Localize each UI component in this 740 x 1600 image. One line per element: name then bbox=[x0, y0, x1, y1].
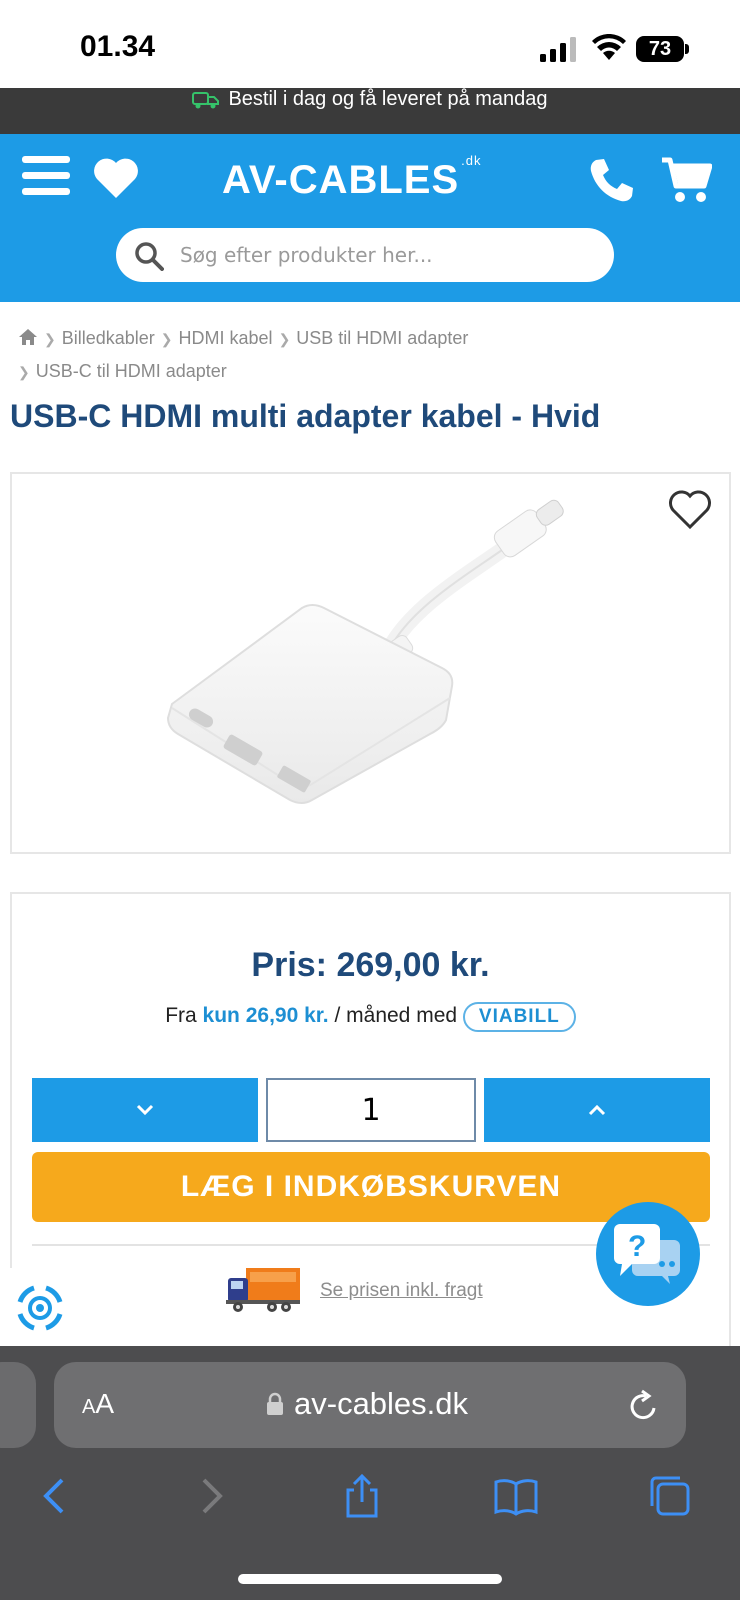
chevron-right-icon: ❯ bbox=[44, 331, 56, 347]
chevron-up-icon bbox=[588, 1104, 606, 1116]
freight-price-link[interactable]: Se prisen inkl. fragt bbox=[320, 1280, 483, 1302]
quantity-increase-button[interactable] bbox=[484, 1078, 710, 1142]
quantity-input[interactable] bbox=[266, 1078, 476, 1142]
breadcrumb: ❯ Billedkabler ❯ HDMI kabel ❯ USB til HDMI ad… bbox=[18, 322, 728, 388]
search-icon[interactable] bbox=[134, 241, 164, 271]
reader-text-size-button[interactable]: AA bbox=[82, 1388, 114, 1420]
address-url[interactable]: av-cables.dk bbox=[294, 1386, 468, 1422]
share-icon[interactable] bbox=[340, 1474, 384, 1518]
browser-toolbar: AA av-cables.dk bbox=[0, 1346, 740, 1600]
accessibility-icon[interactable] bbox=[12, 1280, 68, 1336]
finance-suffix: / måned med bbox=[334, 1004, 458, 1027]
battery-indicator: 73 bbox=[636, 36, 684, 62]
chevron-right-icon: ❯ bbox=[18, 364, 30, 380]
promo-text: Bestil i dag og få leveret på mandag bbox=[228, 88, 548, 110]
product-image-box[interactable] bbox=[10, 472, 731, 854]
status-bar: 01.34 73 bbox=[0, 0, 740, 88]
product-image[interactable] bbox=[162, 488, 582, 828]
breadcrumb-link-hdmi-kabel[interactable]: HDMI kabel bbox=[179, 328, 273, 348]
home-indicator bbox=[238, 1574, 502, 1584]
finance-info: Fra kun 26,90 kr. / måned med VIABILL bbox=[12, 1002, 729, 1032]
battery-tip bbox=[685, 44, 689, 54]
freight-truck-icon bbox=[226, 1268, 300, 1312]
bookmarks-icon[interactable] bbox=[494, 1474, 538, 1518]
promo-bar: Bestil i dag og få leveret på mandag bbox=[0, 88, 740, 134]
previous-tab-preview[interactable] bbox=[0, 1362, 36, 1448]
product-title: USB-C HDMI multi adapter kabel - Hvid bbox=[10, 398, 601, 434]
lock-icon bbox=[267, 1392, 283, 1415]
site-logo[interactable]: AV-CABLES .dk bbox=[222, 153, 482, 203]
freight-row: Se prisen inkl. fragt bbox=[226, 1266, 526, 1316]
site-header: AV-CABLES .dk bbox=[0, 134, 740, 302]
search-bar[interactable] bbox=[116, 228, 614, 282]
product-price: Pris: 269,00 kr. bbox=[251, 946, 490, 984]
chevron-right-icon: ❯ bbox=[160, 331, 173, 347]
reload-icon[interactable] bbox=[628, 1388, 660, 1422]
tabs-icon[interactable] bbox=[648, 1474, 692, 1518]
wifi-icon bbox=[592, 34, 626, 60]
viabill-logo[interactable]: VIABILL bbox=[462, 1002, 576, 1032]
back-icon[interactable] bbox=[34, 1474, 78, 1518]
help-chat-button[interactable]: ? bbox=[596, 1202, 700, 1306]
forward-icon[interactable] bbox=[188, 1474, 232, 1518]
wishlist-heart-icon[interactable] bbox=[668, 490, 712, 530]
status-time: 01.34 bbox=[80, 30, 156, 63]
home-icon[interactable] bbox=[18, 328, 38, 346]
chat-help-icon[interactable]: ? bbox=[610, 1220, 686, 1288]
cart-icon[interactable] bbox=[660, 156, 712, 204]
quantity-decrease-button[interactable] bbox=[32, 1078, 258, 1142]
chevron-down-icon bbox=[136, 1104, 154, 1116]
svg-text:?: ? bbox=[628, 1230, 646, 1263]
cellular-signal-icon bbox=[540, 37, 576, 62]
finance-prefix: Fra bbox=[165, 1004, 197, 1027]
breadcrumb-link-billedkabler[interactable]: Billedkabler bbox=[62, 328, 155, 348]
chevron-right-icon: ❯ bbox=[278, 331, 291, 347]
breadcrumb-link-usb-c-til-hdmi[interactable]: USB-C til HDMI adapter bbox=[36, 361, 227, 381]
address-bar[interactable]: AA av-cables.dk bbox=[54, 1362, 686, 1448]
wishlist-heart-icon[interactable] bbox=[92, 156, 140, 200]
accessibility-widget[interactable] bbox=[0, 1268, 80, 1348]
search-input[interactable] bbox=[180, 236, 600, 274]
finance-amount: kun 26,90 kr. bbox=[202, 1004, 329, 1027]
breadcrumb-link-usb-til-hdmi[interactable]: USB til HDMI adapter bbox=[296, 328, 468, 348]
add-to-cart-button[interactable]: LÆG I INDKØBSKURVEN bbox=[32, 1152, 710, 1222]
phone-icon[interactable] bbox=[588, 156, 636, 204]
delivery-truck-icon bbox=[192, 91, 220, 109]
menu-icon[interactable] bbox=[22, 156, 70, 196]
